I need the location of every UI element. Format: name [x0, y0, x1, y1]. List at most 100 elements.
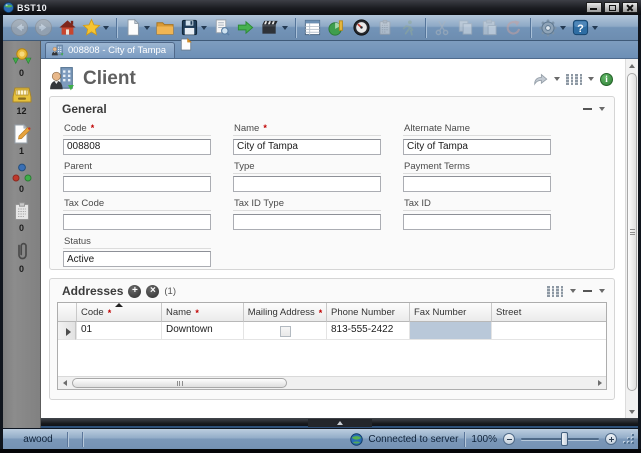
vertical-scroll-thumb[interactable]: [627, 73, 637, 391]
column-header-code[interactable]: Code*: [76, 303, 161, 322]
maximize-button[interactable]: [604, 2, 620, 13]
share-arrow-icon[interactable]: [533, 73, 548, 86]
home-button[interactable]: [57, 17, 78, 39]
code-input[interactable]: [63, 139, 211, 155]
sidebar-item-notes[interactable]: 0: [12, 201, 32, 233]
print-preview-button[interactable]: [211, 17, 232, 39]
actions-button[interactable]: [259, 17, 289, 39]
expand-panel-button[interactable]: [308, 419, 372, 427]
column-chooser-caret[interactable]: [588, 77, 594, 81]
copy-button[interactable]: [455, 17, 476, 39]
processes-button[interactable]: [398, 17, 419, 39]
tax-id-input[interactable]: [403, 214, 551, 230]
field-status: Status: [63, 236, 211, 268]
tax-id-type-input[interactable]: [233, 214, 381, 230]
save-button[interactable]: [179, 17, 208, 39]
cell-fax-number[interactable]: [409, 322, 491, 340]
paste-button[interactable]: [479, 17, 500, 39]
cut-button[interactable]: [432, 17, 452, 39]
general-menu-caret[interactable]: [599, 107, 605, 111]
scroll-up-arrow[interactable]: [626, 59, 638, 72]
column-chooser-icon[interactable]: [566, 74, 582, 85]
settings-dropdown-caret: [560, 26, 566, 30]
new-document-button[interactable]: [123, 17, 151, 39]
cell-street[interactable]: [491, 322, 606, 340]
column-header-phone-number[interactable]: Phone Number: [326, 303, 409, 322]
cell-phone-number[interactable]: 813-555-2422: [326, 322, 409, 340]
grid-column-chooser-icon[interactable]: [547, 286, 563, 297]
column-header-mailing-address[interactable]: Mailing Address*: [243, 303, 326, 322]
open-button[interactable]: [154, 17, 176, 39]
row-selector[interactable]: [58, 322, 76, 340]
parent-input[interactable]: [63, 176, 211, 192]
sidebar-item-inbox[interactable]: 12: [11, 85, 33, 116]
zoom-out-button[interactable]: [503, 433, 515, 445]
charts-icon: [327, 18, 347, 37]
awards-count: 0: [19, 68, 24, 78]
go-button[interactable]: [235, 17, 256, 39]
undo-button[interactable]: [503, 17, 524, 39]
list-view-button[interactable]: [302, 17, 323, 39]
scroll-left-arrow[interactable]: [58, 377, 71, 389]
minimize-button[interactable]: [586, 2, 602, 13]
type-input[interactable]: [233, 176, 381, 192]
notes-button[interactable]: [375, 17, 395, 39]
tab-client-city-of-tampa[interactable]: 008808 - City of Tampa: [45, 42, 175, 58]
cell-code[interactable]: 01: [76, 322, 161, 340]
column-header-fax-number[interactable]: Fax Number: [409, 303, 491, 322]
client-icon: [49, 66, 75, 92]
charts-button[interactable]: [326, 17, 348, 39]
tax-code-input[interactable]: [63, 214, 211, 230]
resize-grip[interactable]: [625, 435, 634, 444]
dashboard-button[interactable]: [351, 17, 372, 39]
field-payment-terms: Payment Terms: [403, 161, 551, 193]
undo-icon: [504, 18, 523, 37]
address-row[interactable]: 01 Downtown 813-555-2422: [58, 322, 606, 340]
forward-button[interactable]: [33, 17, 54, 39]
zoom-in-button[interactable]: [605, 433, 617, 445]
close-button[interactable]: [622, 2, 638, 13]
content-vertical-scrollbar[interactable]: [625, 59, 638, 418]
settings-button[interactable]: [537, 17, 567, 39]
grid-horizontal-scrollbar[interactable]: [58, 376, 606, 389]
left-sidebar: 0 12 1 0 0 0: [3, 41, 41, 428]
share-dropdown-caret[interactable]: [554, 77, 560, 81]
cell-name[interactable]: Downtown: [161, 322, 243, 340]
tax-id-type-label: Tax ID Type: [234, 198, 284, 209]
column-header-street[interactable]: Street: [491, 303, 606, 322]
alternate-name-input[interactable]: [403, 139, 551, 155]
favorites-button[interactable]: [81, 17, 110, 39]
sidebar-item-attachments[interactable]: 0: [13, 240, 31, 274]
info-icon[interactable]: i: [600, 73, 613, 86]
collapse-general-button[interactable]: [583, 108, 592, 110]
grid-column-chooser-caret[interactable]: [570, 289, 576, 293]
collapse-addresses-button[interactable]: [583, 290, 592, 292]
field-name: Name*: [233, 123, 381, 155]
mailing-address-checkbox[interactable]: [280, 326, 291, 337]
row-selector-header: [58, 303, 76, 322]
favorites-dropdown-caret: [103, 26, 109, 30]
zoom-slider-thumb[interactable]: [561, 432, 568, 446]
add-address-button[interactable]: +: [128, 285, 141, 298]
scroll-right-arrow[interactable]: [593, 377, 606, 389]
new-tab-button[interactable]: [180, 38, 192, 56]
horizontal-scroll-thumb[interactable]: [72, 378, 287, 388]
addresses-menu-caret[interactable]: [599, 289, 605, 293]
delete-address-button[interactable]: ×: [146, 285, 159, 298]
app-window: BST10 ?: [0, 0, 641, 453]
sidebar-item-related[interactable]: 0: [11, 163, 33, 194]
zoom-slider[interactable]: [521, 438, 599, 440]
help-button[interactable]: ?: [570, 17, 599, 39]
cell-mailing-address[interactable]: [243, 322, 326, 340]
back-button[interactable]: [9, 17, 30, 39]
status-input[interactable]: [63, 251, 211, 267]
payment-terms-input[interactable]: [403, 176, 551, 192]
field-alternate-name: Alternate Name: [403, 123, 551, 155]
scroll-down-arrow[interactable]: [626, 405, 638, 418]
sidebar-item-drafts[interactable]: 1: [11, 123, 33, 156]
alternate-name-label: Alternate Name: [404, 123, 470, 134]
name-input[interactable]: [233, 139, 381, 155]
page-title: Client: [83, 68, 136, 90]
column-header-name[interactable]: Name*: [161, 303, 243, 322]
sidebar-item-awards[interactable]: 0: [11, 47, 33, 78]
